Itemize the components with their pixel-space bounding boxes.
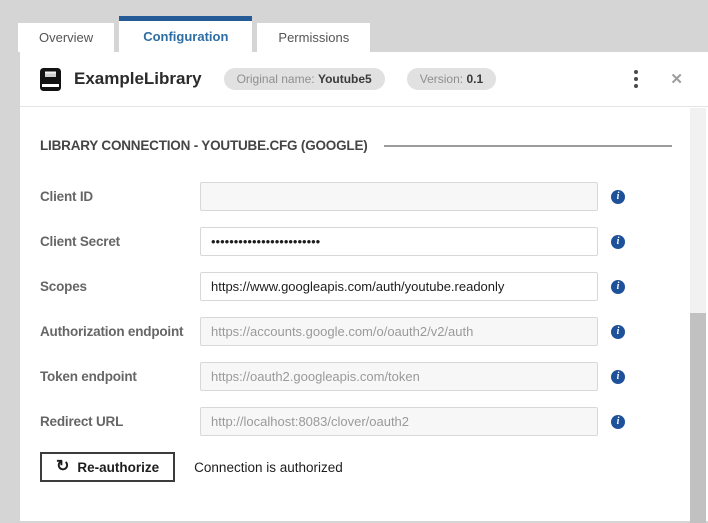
redirect-url-label: Redirect URL	[40, 414, 124, 429]
vertical-scrollbar[interactable]	[690, 108, 706, 523]
client-id-input	[200, 182, 598, 211]
badge-label: Version:	[419, 72, 464, 86]
scrollbar-thumb[interactable]	[690, 313, 706, 523]
field-row-authorization-endpoint: Authorization endpoint i	[40, 317, 672, 346]
library-book-icon	[40, 67, 61, 91]
badge-value: 0.1	[466, 72, 484, 86]
scopes-label: Scopes	[40, 279, 87, 294]
kebab-menu-icon[interactable]	[630, 68, 642, 90]
reauthorize-button-label: Re-authorize	[77, 459, 160, 475]
field-row-redirect-url: Redirect URL i	[40, 407, 672, 436]
section-title: LIBRARY CONNECTION - YOUTUBE.CFG (GOOGLE…	[40, 138, 368, 153]
tab-bar: Overview Configuration Permissions	[18, 0, 371, 52]
refresh-icon: ↻	[56, 458, 70, 475]
authorization-endpoint-info-icon[interactable]: i	[611, 324, 625, 339]
configuration-panel: ExampleLibrary Original name: Youtube5 V…	[20, 52, 708, 523]
scopes-input[interactable]	[200, 272, 598, 301]
panel-body: LIBRARY CONNECTION - YOUTUBE.CFG (GOOGLE…	[20, 107, 708, 482]
token-endpoint-label: Token endpoint	[40, 369, 137, 384]
reauthorize-button[interactable]: ↻ Re-authorize	[40, 452, 176, 482]
client-id-info-icon[interactable]: i	[611, 189, 625, 204]
client-secret-label: Client Secret	[40, 234, 120, 249]
badge-label: Original name:	[236, 72, 315, 86]
tab-overview[interactable]: Overview	[18, 23, 115, 52]
field-row-scopes: Scopes i	[40, 272, 672, 301]
connection-status-text: Connection is authorized	[194, 459, 343, 475]
client-secret-input[interactable]	[200, 227, 598, 256]
token-endpoint-input	[200, 362, 598, 391]
panel-header: ExampleLibrary Original name: Youtube5 V…	[20, 52, 708, 107]
section-divider	[383, 144, 672, 147]
field-row-client-id: Client ID i	[40, 182, 672, 211]
header-actions: ✕	[630, 68, 688, 90]
token-endpoint-info-icon[interactable]: i	[611, 369, 625, 384]
scopes-info-icon[interactable]: i	[611, 279, 625, 294]
authorization-endpoint-input	[200, 317, 598, 346]
page-title: ExampleLibrary	[74, 69, 202, 88]
badge-value: Youtube5	[317, 72, 372, 86]
form-rows: Client IDiClient SecretiScopesiAuthoriza…	[40, 182, 672, 436]
original-name-badge: Original name: Youtube5	[223, 68, 385, 90]
tab-configuration[interactable]: Configuration	[119, 16, 253, 52]
field-row-client-secret: Client Secret i	[40, 227, 672, 256]
client-id-label: Client ID	[40, 189, 93, 204]
section-header: LIBRARY CONNECTION - YOUTUBE.CFG (GOOGLE…	[40, 138, 672, 153]
close-icon[interactable]: ✕	[670, 72, 683, 87]
redirect-url-info-icon[interactable]: i	[611, 414, 625, 429]
footer-row: ↻ Re-authorize Connection is authorized	[40, 452, 672, 482]
tab-permissions[interactable]: Permissions	[257, 23, 371, 52]
redirect-url-input	[200, 407, 598, 436]
version-badge: Version: 0.1	[406, 68, 497, 90]
authorization-endpoint-label: Authorization endpoint	[40, 324, 184, 339]
field-row-token-endpoint: Token endpoint i	[40, 362, 672, 391]
client-secret-info-icon[interactable]: i	[611, 234, 625, 249]
